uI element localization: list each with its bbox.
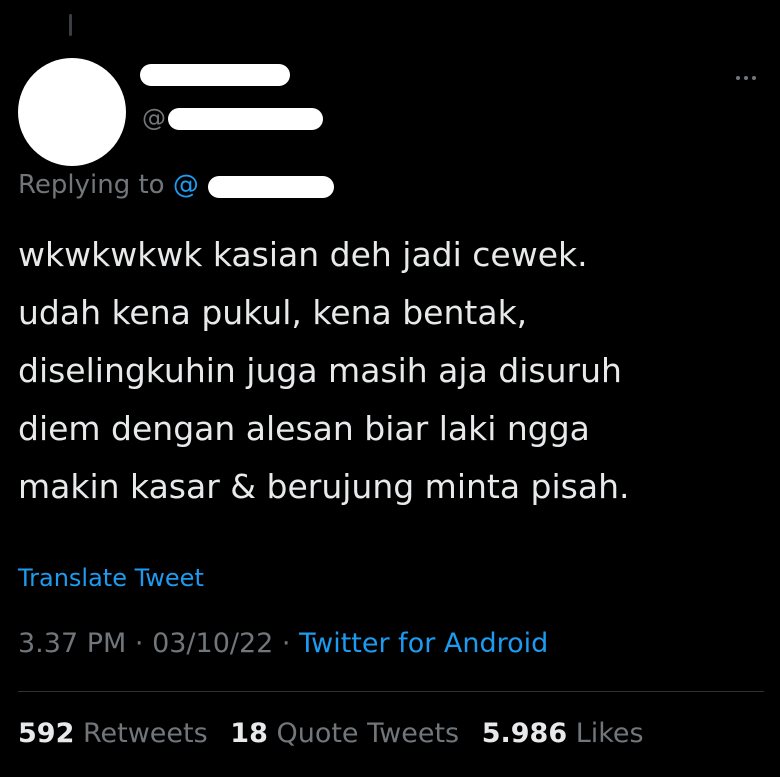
tweet-time[interactable]: 3.37 PM — [18, 628, 126, 659]
replying-to-line: Replying to @ — [18, 170, 199, 200]
divider — [18, 691, 764, 692]
more-horizontal-icon — [744, 76, 748, 80]
thread-connector-line — [69, 14, 72, 36]
quote-tweets-count: 18 — [230, 718, 268, 749]
more-horizontal-icon — [736, 76, 740, 80]
more-options-button[interactable] — [728, 60, 764, 96]
likes-stat[interactable]: 5.986 Likes — [482, 718, 644, 749]
meta-separator: · — [281, 628, 291, 659]
more-horizontal-icon — [752, 76, 756, 80]
tweet-stats: 592 Retweets 18 Quote Tweets 5.986 Likes — [18, 718, 658, 749]
replying-to-redaction — [208, 176, 334, 198]
tweet-metadata: 3.37 PM · 03/10/22 · Twitter for Android — [18, 628, 548, 659]
retweets-stat[interactable]: 592 Retweets — [18, 718, 208, 749]
meta-separator: · — [134, 628, 144, 659]
replying-to-mention[interactable]: @ — [173, 170, 199, 200]
quote-tweets-stat[interactable]: 18 Quote Tweets — [230, 718, 459, 749]
retweets-count: 592 — [18, 718, 75, 749]
likes-label: Likes — [575, 718, 644, 749]
quote-tweets-label: Quote Tweets — [276, 718, 460, 749]
tweet-source-link[interactable]: Twitter for Android — [299, 628, 548, 659]
retweets-label: Retweets — [82, 718, 208, 749]
replying-to-label: Replying to — [18, 170, 165, 200]
tweet-text: wkwkwkwk kasian deh jadi cewek. udah ken… — [18, 235, 630, 506]
avatar[interactable] — [18, 58, 126, 166]
likes-count: 5.986 — [481, 718, 568, 749]
tweet-date[interactable]: 03/10/22 — [152, 628, 273, 659]
translate-tweet-link[interactable]: Translate Tweet — [18, 564, 204, 592]
handle-redaction — [168, 108, 323, 130]
display-name-redaction — [140, 64, 290, 86]
handle-prefix: @ — [142, 104, 166, 132]
